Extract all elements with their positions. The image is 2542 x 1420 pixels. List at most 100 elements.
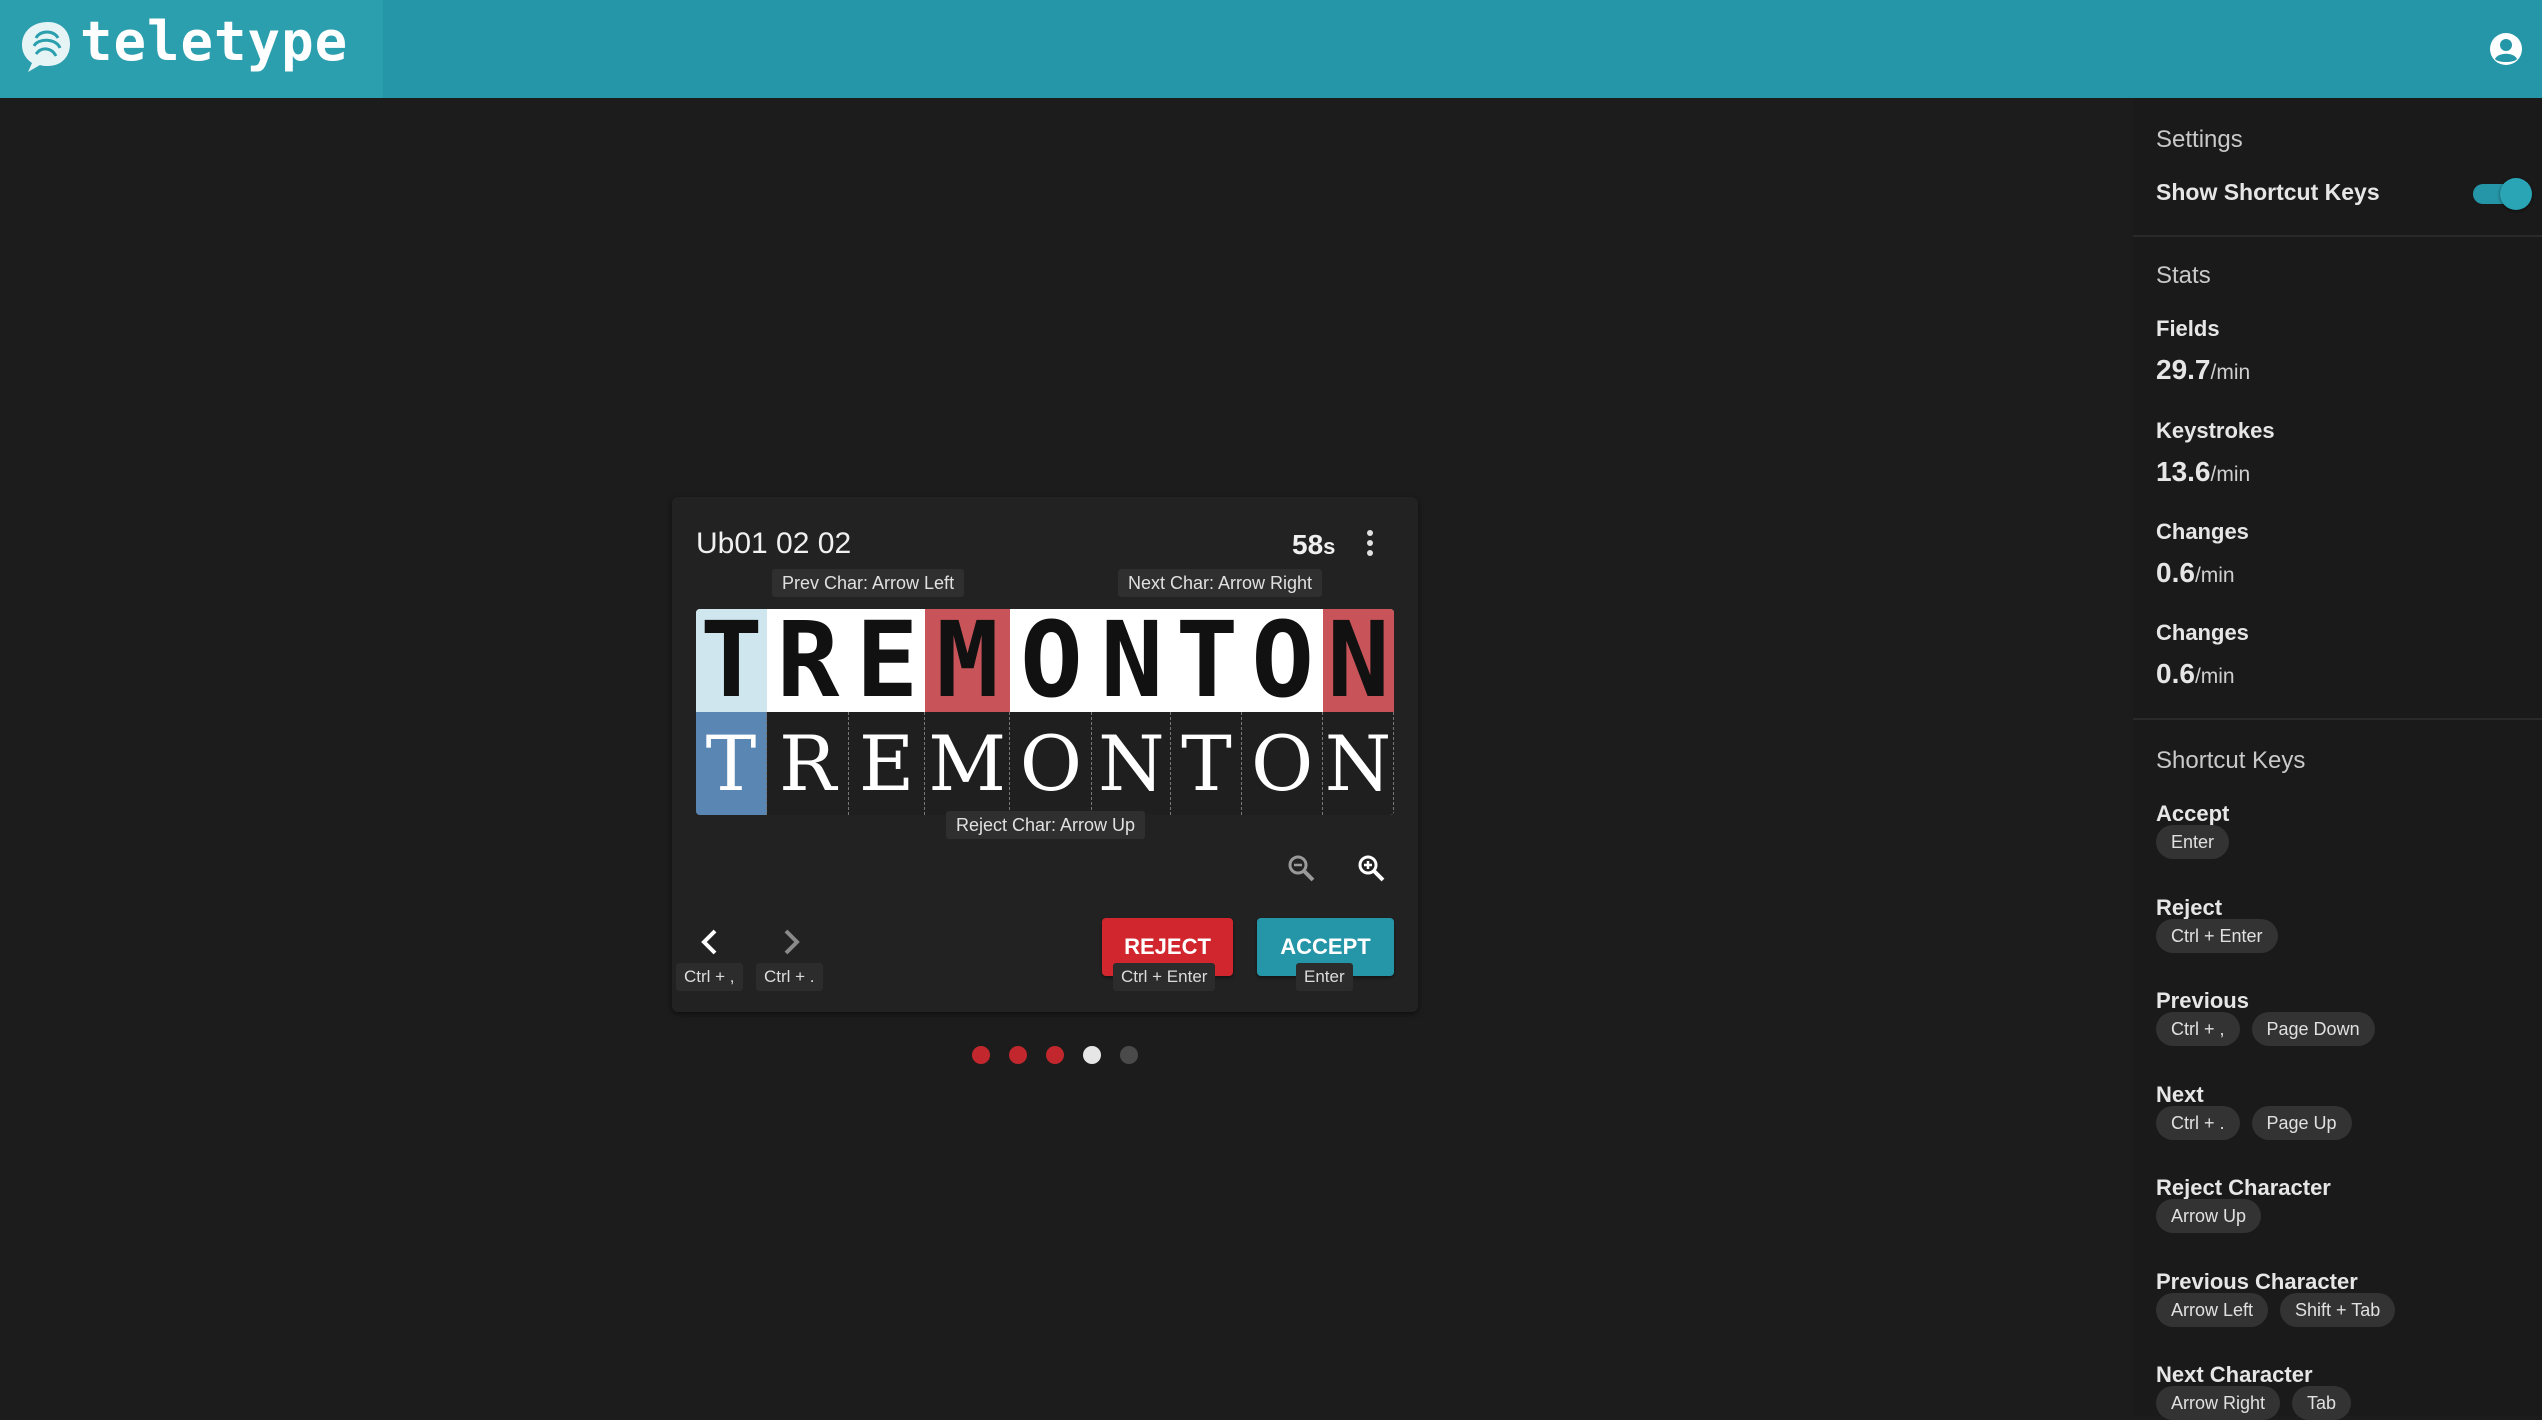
typed-char-cell[interactable]: O: [1010, 712, 1093, 815]
stat-number: 29.7: [2156, 354, 2211, 385]
image-char-cell: N: [1093, 609, 1172, 712]
stat-label: Changes: [2156, 519, 2249, 544]
typed-char-glyph: O: [1019, 719, 1083, 808]
shortcut-key-chip: Ctrl + .: [2156, 1106, 2240, 1140]
shortcut-label: Previous Character: [2156, 1269, 2358, 1294]
prev-shortcut-hint: Ctrl + ,: [676, 963, 743, 991]
shortcut-key-chips: Enter: [2156, 825, 2230, 859]
typed-char-glyph: M: [928, 719, 1007, 808]
teletype-logo-icon: [22, 22, 70, 72]
stat-number: 0.6: [2156, 658, 2195, 689]
stat-unit: /min: [2210, 361, 2251, 384]
typed-char-cell[interactable]: R: [767, 712, 850, 815]
image-char-glyph: O: [1020, 609, 1083, 721]
typed-char-glyph: E: [858, 719, 915, 808]
pager-dot-rejected[interactable]: [1046, 1046, 1064, 1064]
typed-char-cell[interactable]: T: [1171, 712, 1243, 815]
shortcut-key-chips: Ctrl + . Page Up: [2156, 1106, 2352, 1140]
typed-char-glyph: N: [1324, 719, 1392, 808]
shortcut-label: Next Character: [2156, 1362, 2313, 1387]
stats-heading: Stats: [2156, 262, 2211, 289]
image-char-glyph: N: [1327, 609, 1390, 721]
pager-dot-current[interactable]: [1083, 1046, 1101, 1064]
image-char-glyph: M: [936, 609, 999, 721]
stat-value: 29.7/min: [2156, 354, 2250, 386]
shortcut-key-chip: Page Up: [2251, 1106, 2352, 1140]
image-char-cell: N: [1323, 609, 1394, 712]
shortcut-key-chip: Ctrl + Enter: [2156, 919, 2278, 953]
zoom-out-icon[interactable]: [1286, 853, 1316, 883]
typed-char-glyph: O: [1251, 719, 1314, 808]
chevron-right-icon[interactable]: [776, 925, 806, 959]
app-header: teletype: [0, 0, 2542, 98]
field-pager: [972, 1046, 1138, 1064]
image-char-cell: T: [696, 609, 767, 712]
field-image-strip: TREMONTON TREMONTON: [696, 609, 1394, 815]
stat-label: Fields: [2156, 316, 2220, 341]
sidebar: Settings Show Shortcut Keys Stats Fields…: [2133, 98, 2542, 1420]
stat-label: Keystrokes: [2156, 418, 2275, 443]
divider: [2133, 235, 2542, 237]
scanned-image-row: TREMONTON: [696, 609, 1394, 712]
stat-unit: /min: [2194, 665, 2235, 688]
show-shortcut-keys-toggle[interactable]: [2473, 178, 2532, 210]
timer-value: 58: [1292, 529, 1324, 560]
shortcut-key-chip: Arrow Left: [2156, 1293, 2269, 1327]
stat-value: 13.6/min: [2156, 456, 2250, 488]
stat-number: 0.6: [2156, 557, 2195, 588]
stat-label: Changes: [2156, 620, 2249, 645]
shortcut-keys-heading: Shortcut Keys: [2156, 747, 2306, 774]
shortcut-label: Previous: [2156, 988, 2249, 1013]
typed-char-cell[interactable]: M: [925, 712, 1011, 815]
shortcut-key-chip: Page Down: [2251, 1012, 2375, 1046]
image-char-glyph: R: [776, 609, 840, 721]
image-char-glyph: E: [855, 609, 919, 721]
stat-value: 0.6/min: [2156, 658, 2235, 690]
image-char-cell: R: [767, 609, 849, 712]
shortcut-key-chips: Arrow Left Shift + Tab: [2156, 1293, 2396, 1327]
chevron-left-icon[interactable]: [695, 925, 725, 959]
typed-char-glyph: N: [1098, 719, 1165, 808]
stat-unit: /min: [2210, 463, 2251, 486]
typed-char-cell[interactable]: O: [1242, 712, 1323, 815]
shortcut-key-chip: Arrow Up: [2156, 1199, 2262, 1233]
image-char-cell: E: [849, 609, 925, 712]
typed-char-cell[interactable]: E: [849, 712, 925, 815]
zoom-in-icon[interactable]: [1356, 853, 1386, 883]
shortcut-key-chips: Arrow Up: [2156, 1199, 2262, 1233]
prev-char-tooltip: Prev Char: Arrow Left: [772, 569, 965, 597]
account-circle-icon[interactable]: [2488, 31, 2524, 67]
timer-unit: s: [1323, 534, 1336, 559]
pager-dot-pending[interactable]: [1120, 1046, 1138, 1064]
typed-char-glyph: T: [1181, 719, 1232, 808]
pager-dot-rejected[interactable]: [972, 1046, 990, 1064]
review-card: Ub01 02 02 58s Prev Char: Arrow Left Nex…: [672, 497, 1418, 1012]
typed-char-cell[interactable]: N: [1323, 712, 1394, 815]
transcription-row[interactable]: TREMONTON: [696, 712, 1394, 815]
shortcut-key-chip: Ctrl + ,: [2156, 1012, 2240, 1046]
typed-char-cell[interactable]: T: [696, 712, 768, 815]
accept-shortcut-hint: Enter: [1296, 963, 1353, 991]
typed-char-glyph: T: [705, 719, 757, 808]
stat-number: 13.6: [2156, 456, 2211, 487]
more-vert-icon[interactable]: [1360, 527, 1380, 561]
typed-char-cell[interactable]: N: [1092, 712, 1172, 815]
shortcut-key-chip: Shift + Tab: [2280, 1293, 2396, 1327]
shortcut-key-chips: Arrow Right Tab: [2156, 1386, 2352, 1420]
image-char-glyph: T: [1175, 609, 1239, 721]
image-char-glyph: T: [700, 609, 763, 721]
shortcut-key-chips: Ctrl + Enter: [2156, 919, 2278, 953]
image-char-cell: T: [1171, 609, 1242, 712]
shortcut-label: Next: [2156, 1082, 2204, 1107]
next-char-tooltip: Next Char: Arrow Right: [1118, 569, 1323, 597]
stat-value: 0.6/min: [2156, 557, 2235, 589]
pager-dot-rejected[interactable]: [1009, 1046, 1027, 1064]
shortcut-key-chips: Ctrl + , Page Down: [2156, 1012, 2375, 1046]
settings-heading: Settings: [2156, 126, 2243, 153]
logo[interactable]: teletype: [0, 0, 383, 98]
typed-char-glyph: R: [778, 719, 837, 808]
reject-char-tooltip: Reject Char: Arrow Up: [946, 811, 1146, 839]
shortcut-label: Reject: [2156, 895, 2223, 920]
divider: [2133, 718, 2542, 720]
image-char-cell: O: [1242, 609, 1323, 712]
